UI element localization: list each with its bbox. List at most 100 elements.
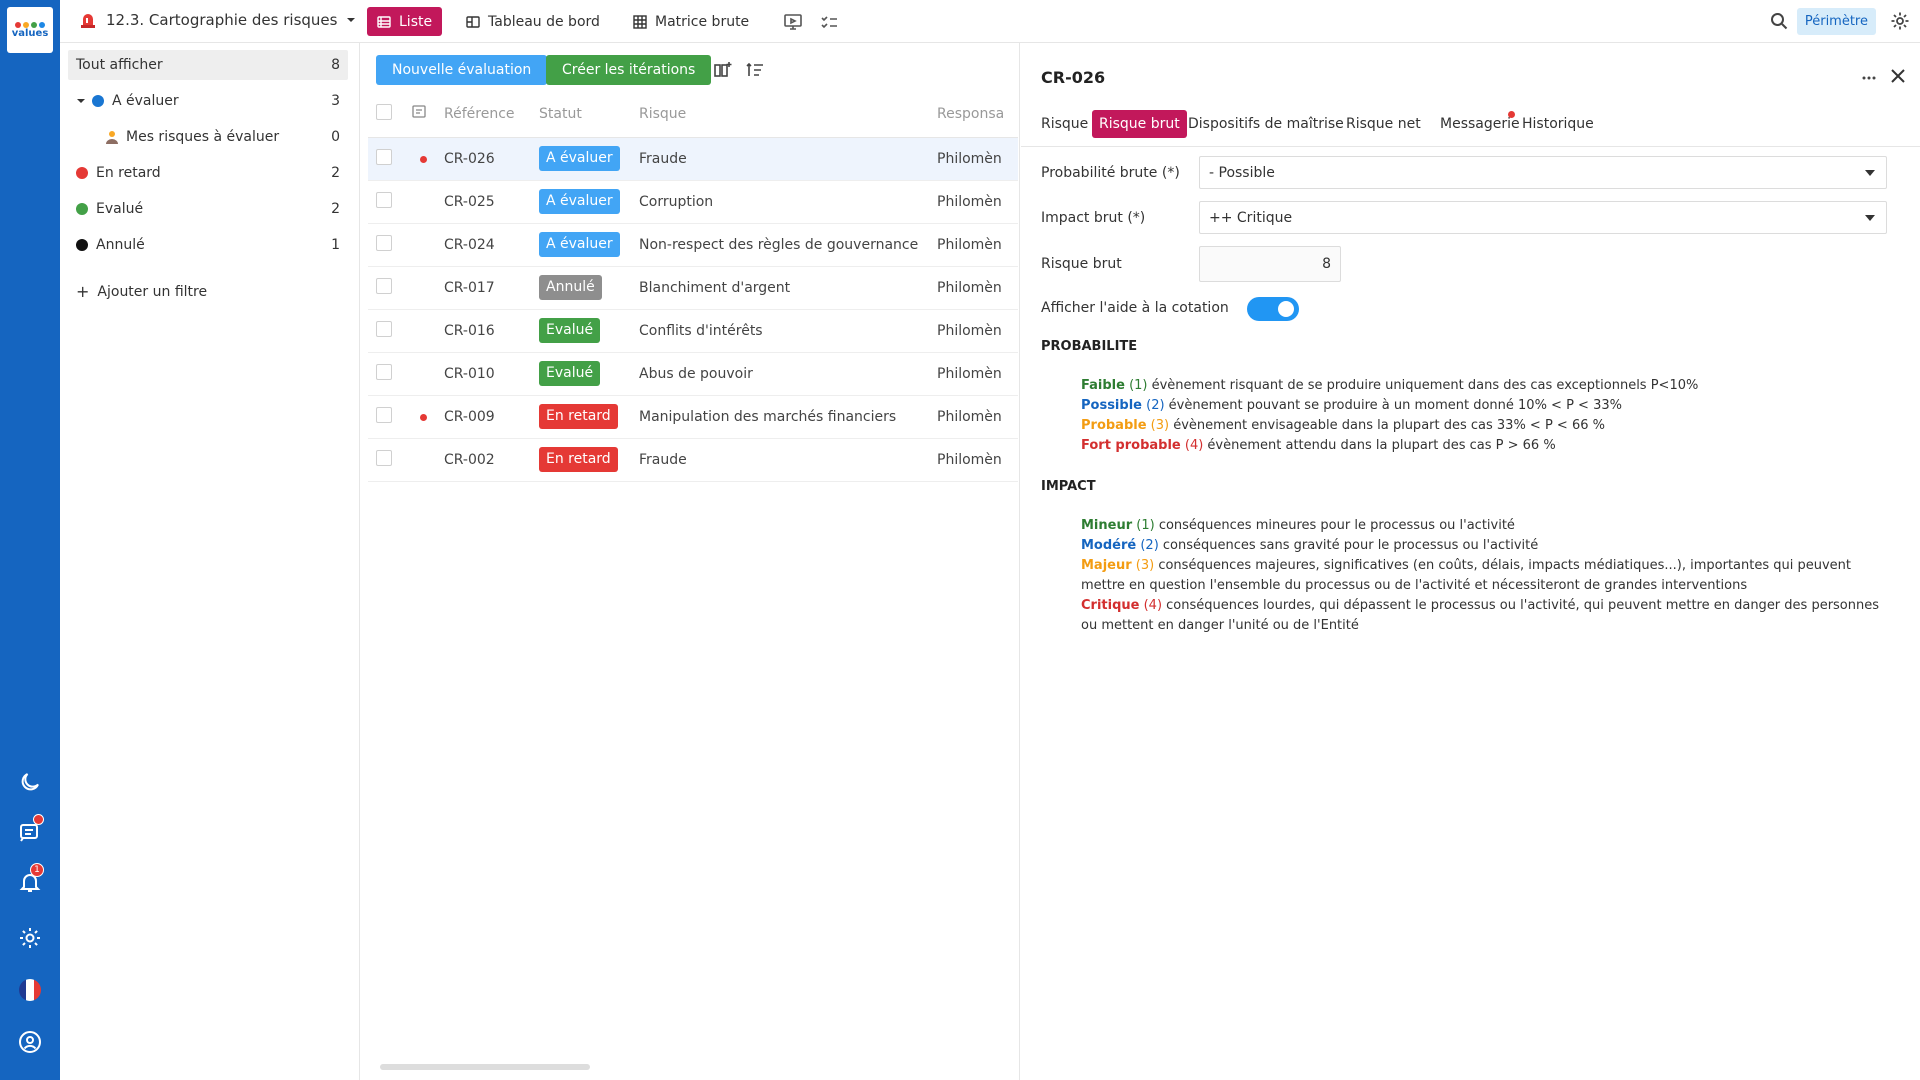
cell-reference: CR-024 <box>444 223 539 267</box>
filter-en-retard[interactable]: En retard 2 <box>68 158 348 188</box>
cell-responsable: Philomèn <box>937 266 1018 310</box>
cell-risque: Fraude <box>639 137 937 181</box>
aide-cotation-toggle[interactable] <box>1247 297 1299 321</box>
checklist-icon[interactable] <box>818 11 840 33</box>
tab-historique[interactable]: Historique <box>1515 110 1601 138</box>
row-checkbox[interactable] <box>376 191 392 208</box>
legend-text: conséquences lourdes, qui dépassent le p… <box>1081 598 1880 633</box>
plus-icon: + <box>76 282 90 301</box>
row-checkbox[interactable] <box>376 277 392 294</box>
horizontal-scrollbar[interactable] <box>380 1064 590 1070</box>
perimetre-button[interactable]: Périmètre <box>1796 8 1876 35</box>
gear-icon[interactable] <box>1890 11 1910 31</box>
more-options-icon[interactable] <box>1858 67 1880 89</box>
french-flag-icon[interactable] <box>18 978 42 1002</box>
app-logo[interactable]: values <box>7 7 53 53</box>
matrix-grid-icon <box>633 14 647 29</box>
module-selector[interactable]: 12.3. Cartographie des risques <box>78 10 357 30</box>
row-checkbox[interactable] <box>376 363 392 380</box>
filter-tout-afficher[interactable]: Tout afficher 8 <box>68 50 348 80</box>
messages-badge <box>33 814 44 825</box>
header-risque[interactable]: Risque <box>639 91 937 138</box>
table-row[interactable]: CR-024 A évaluer Non-respect des règles de… <box>368 223 1018 267</box>
cell-responsable: Philomèn <box>937 352 1018 396</box>
header-reference[interactable]: Référence <box>444 91 539 138</box>
tab-risque-brut[interactable]: Risque brut <box>1092 110 1187 138</box>
tab-dispositifs[interactable]: Dispositifs de maîtrise <box>1181 110 1351 138</box>
add-column-icon[interactable] <box>713 60 733 80</box>
risk-brut-label: Risque brut <box>1041 256 1122 272</box>
search-icon[interactable] <box>1770 12 1788 30</box>
impact-label: Impact brut (*) <box>1041 210 1146 226</box>
list-icon <box>377 15 391 28</box>
table-row[interactable]: CR-026 A évaluer Fraude Philomèn <box>368 137 1018 181</box>
table-row[interactable]: CR-016 Evalué Conflits d'intérêts Philomèn <box>368 309 1018 353</box>
filter-a-evaluer[interactable]: A évaluer 3 <box>68 86 348 116</box>
filter-panel: Tout afficher 8 A évaluer 3 Mes risques … <box>60 43 360 1080</box>
probabilite-select[interactable]: - Possible <box>1199 156 1887 189</box>
caret-down-icon[interactable] <box>76 96 86 106</box>
header-responsable[interactable]: Responsa <box>937 91 1018 138</box>
select-all-checkbox[interactable] <box>376 103 392 120</box>
top-bar: 12.3. Cartographie des risques Liste Tab… <box>60 0 1920 43</box>
legend-level: (1) <box>1124 378 1148 393</box>
bell-icon[interactable]: 1 <box>18 863 44 894</box>
legend-keyword: Faible <box>1081 378 1125 393</box>
filter-mes-risques[interactable]: Mes risques à évaluer 0 <box>68 122 348 152</box>
cell-responsable: Philomèn <box>937 180 1018 224</box>
legend-keyword: Majeur <box>1081 558 1132 573</box>
tab-matrice-brute[interactable]: Matrice brute <box>623 7 759 36</box>
table-row[interactable]: CR-010 Evalué Abus de pouvoir Philomèn <box>368 352 1018 396</box>
table-row[interactable]: CR-009 En retard Manipulation des marchés … <box>368 395 1018 439</box>
person-icon <box>106 131 118 144</box>
alarm-siren-icon <box>81 14 95 28</box>
legend-level: (3) <box>1131 558 1155 573</box>
logo-dots <box>15 21 45 28</box>
legend-keyword: Mineur <box>1081 518 1133 533</box>
cell-risque: Abus de pouvoir <box>639 352 937 396</box>
impact-value: ++ Critique <box>1209 209 1293 226</box>
messages-icon[interactable] <box>18 814 44 844</box>
add-filter-button[interactable]: + Ajouter un filtre <box>68 277 348 307</box>
moon-icon[interactable] <box>18 770 42 794</box>
legend-level: (3) <box>1146 418 1170 433</box>
legend-text: conséquences majeures, significatives (e… <box>1081 558 1852 593</box>
settings-gear-icon[interactable] <box>18 926 42 950</box>
tab-liste[interactable]: Liste <box>367 7 443 36</box>
status-badge: A évaluer <box>539 232 620 257</box>
header-statut[interactable]: Statut <box>539 91 639 138</box>
tab-risque[interactable]: Risque <box>1034 110 1095 138</box>
new-evaluation-button[interactable]: Nouvelle évaluation <box>376 55 548 85</box>
filter-annule[interactable]: Annulé 1 <box>68 230 348 260</box>
risk-table: Référence Statut Risque Responsa CR-026 A… <box>368 91 1018 482</box>
row-checkbox[interactable] <box>376 234 392 251</box>
user-account-icon[interactable] <box>18 1030 42 1054</box>
sort-icon[interactable] <box>745 60 765 80</box>
create-iterations-button[interactable]: Créer les itérations <box>546 55 712 85</box>
tab-tableau-de-bord[interactable]: Tableau de bord <box>456 7 610 36</box>
close-icon[interactable] <box>1888 66 1908 86</box>
status-badge: En retard <box>539 447 618 472</box>
cell-risque: Manipulation des marchés financiers <box>639 395 937 439</box>
legend-text: conséquences mineures pour le processus … <box>1154 518 1515 533</box>
filter-evalue[interactable]: Evalué 2 <box>68 194 348 224</box>
dropdown-arrow-icon <box>1865 215 1875 221</box>
row-checkbox[interactable] <box>376 148 392 165</box>
unread-dot <box>420 413 427 421</box>
row-checkbox[interactable] <box>376 406 392 423</box>
detail-pane: CR-026 Risque Risque brut Dispositifs de… <box>1021 43 1920 1080</box>
status-dot-green <box>76 203 88 215</box>
table-row[interactable]: CR-002 En retard Fraude Philomèn <box>368 438 1018 482</box>
row-checkbox[interactable] <box>376 320 392 337</box>
legend-text: évènement risquant de se produire unique… <box>1147 378 1699 393</box>
row-checkbox[interactable] <box>376 449 392 466</box>
impact-select[interactable]: ++ Critique <box>1199 201 1887 234</box>
filter-label: A évaluer <box>112 93 179 109</box>
filter-label: Evalué <box>96 201 144 217</box>
presentation-icon[interactable] <box>782 11 804 33</box>
table-row[interactable]: CR-025 A évaluer Corruption Philomèn <box>368 180 1018 224</box>
prob-label: Probabilité brute (*) <box>1041 165 1180 181</box>
cell-responsable: Philomèn <box>937 438 1018 482</box>
tab-risque-net[interactable]: Risque net <box>1339 110 1428 138</box>
table-row[interactable]: CR-017 Annulé Blanchiment d'argent Philomèn <box>368 266 1018 310</box>
